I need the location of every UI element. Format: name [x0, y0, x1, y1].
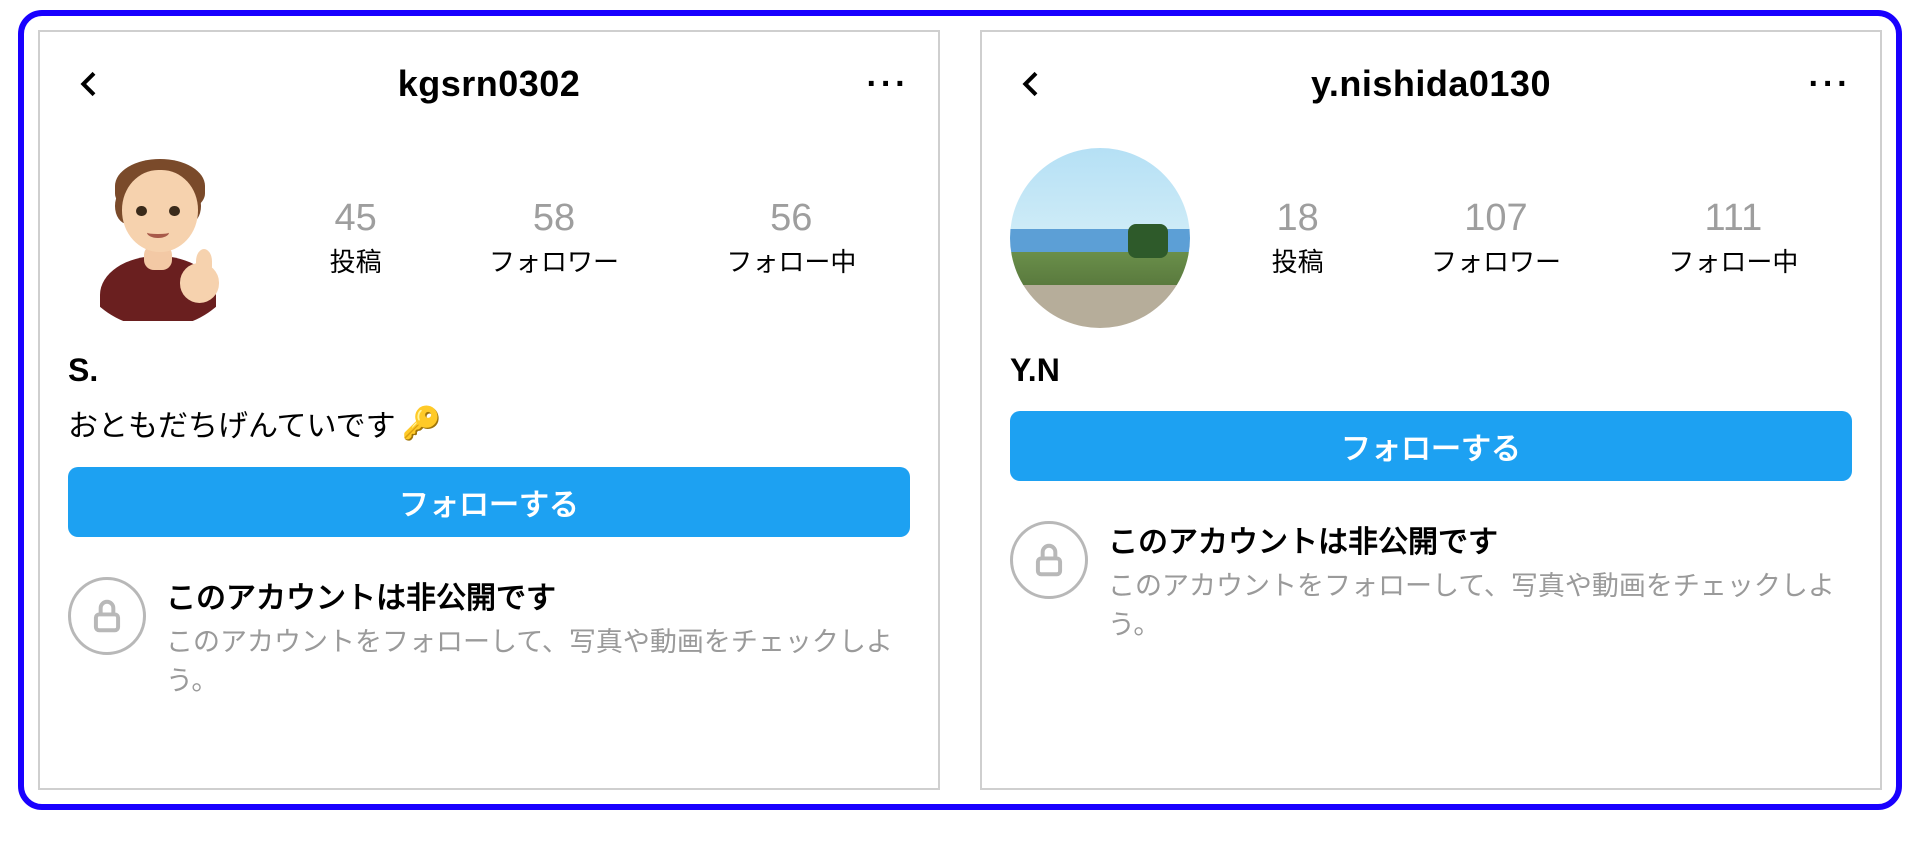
profile-header: kgsrn0302 ···	[68, 44, 910, 124]
more-options-button[interactable]: ···	[1808, 62, 1852, 106]
stat-followers[interactable]: 58 フォロワー	[489, 197, 619, 279]
profile-header: y.nishida0130 ···	[1010, 44, 1852, 124]
private-text: このアカウントは非公開です このアカウントをフォローして、写真や動画をチェックし…	[166, 573, 910, 701]
profile-username: kgsrn0302	[112, 63, 866, 105]
chevron-left-icon	[74, 68, 106, 100]
follow-button[interactable]: フォローする	[1010, 411, 1852, 481]
stat-posts[interactable]: 45 投稿	[330, 197, 382, 279]
stat-followers-label: フォロワー	[489, 242, 619, 279]
private-account-section: このアカウントは非公開です このアカウントをフォローして、写真や動画をチェックし…	[1010, 517, 1852, 657]
profile-card-left: kgsrn0302 ···	[38, 30, 940, 790]
stat-followers[interactable]: 107 フォロワー	[1431, 197, 1561, 279]
profile-info-row: 18 投稿 107 フォロワー 111 フォロー中	[1010, 148, 1852, 328]
chevron-left-icon	[1016, 68, 1048, 100]
avatar-landscape-icon	[1010, 148, 1190, 328]
stat-following[interactable]: 56 フォロー中	[726, 197, 856, 279]
stat-posts[interactable]: 18 投稿	[1272, 197, 1324, 279]
private-account-section: このアカウントは非公開です このアカウントをフォローして、写真や動画をチェックし…	[68, 573, 910, 713]
profile-bio: おともだちげんていです 🔑	[68, 401, 910, 445]
back-button[interactable]	[1010, 62, 1054, 106]
bio-text: おともだちげんていです	[68, 401, 396, 445]
private-subtitle: このアカウントをフォローして、写真や動画をチェックしよう。	[1108, 567, 1852, 645]
comparison-frame: kgsrn0302 ···	[18, 10, 1902, 810]
stat-posts-label: 投稿	[330, 242, 382, 279]
back-button[interactable]	[68, 62, 112, 106]
stat-followers-count: 107	[1464, 197, 1527, 240]
avatar[interactable]	[68, 148, 248, 328]
stat-following[interactable]: 111 フォロー中	[1668, 197, 1798, 279]
key-icon: 🔑	[402, 404, 442, 442]
stat-following-count: 56	[770, 197, 812, 240]
stat-following-count: 111	[1704, 197, 1762, 240]
more-icon: ···	[1809, 65, 1852, 104]
stat-posts-count: 18	[1277, 197, 1319, 240]
private-title: このアカウントは非公開です	[166, 573, 910, 617]
private-text: このアカウントは非公開です このアカウントをフォローして、写真や動画をチェックし…	[1108, 517, 1852, 645]
stat-posts-count: 45	[335, 197, 377, 240]
avatar[interactable]	[1010, 148, 1190, 328]
display-name: Y.N	[1010, 352, 1852, 389]
profile-card-right: y.nishida0130 ··· 18 投稿	[980, 30, 1882, 790]
stat-following-label: フォロー中	[726, 242, 856, 279]
lock-icon	[1010, 521, 1088, 599]
stat-followers-label: フォロワー	[1431, 242, 1561, 279]
profile-info-row: 45 投稿 58 フォロワー 56 フォロー中	[68, 148, 910, 328]
display-name: S.	[68, 352, 910, 389]
private-subtitle: このアカウントをフォローして、写真や動画をチェックしよう。	[166, 623, 910, 701]
stat-posts-label: 投稿	[1272, 242, 1324, 279]
more-icon: ···	[867, 65, 910, 104]
private-title: このアカウントは非公開です	[1108, 517, 1852, 561]
stat-followers-count: 58	[533, 197, 575, 240]
avatar-memoji-icon	[68, 148, 248, 328]
stat-following-label: フォロー中	[1668, 242, 1798, 279]
lock-icon	[68, 577, 146, 655]
stats-row: 18 投稿 107 フォロワー 111 フォロー中	[1218, 197, 1852, 279]
follow-button[interactable]: フォローする	[68, 467, 910, 537]
more-options-button[interactable]: ···	[866, 62, 910, 106]
profile-username: y.nishida0130	[1054, 63, 1808, 105]
stats-row: 45 投稿 58 フォロワー 56 フォロー中	[276, 197, 910, 279]
